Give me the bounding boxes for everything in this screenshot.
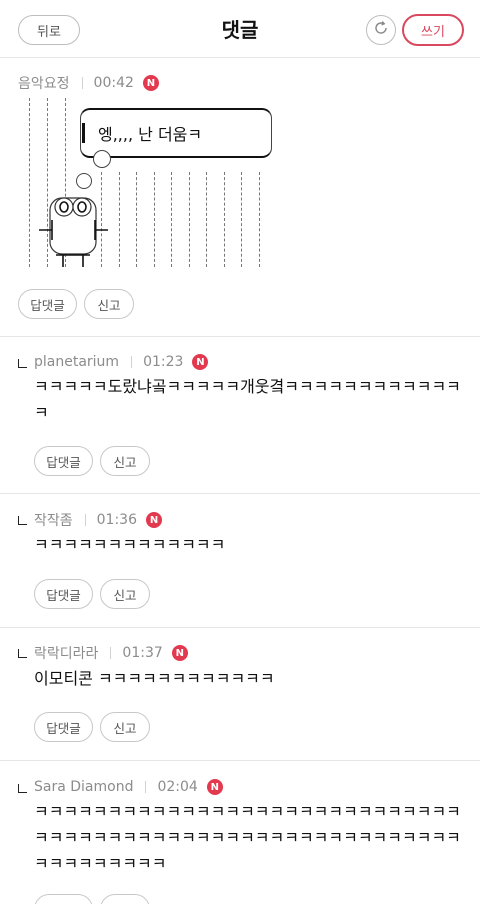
reply-indicator-icon [18,784,27,793]
comment-meta: Sara Diamond 02:04 N [34,777,223,797]
art-dashed-line [119,172,120,267]
comment-author[interactable]: planetarium [34,354,119,370]
art-dashed-line [189,172,190,267]
comment-time: 01:23 [143,354,184,370]
comment-author[interactable]: Sara Diamond [34,779,133,795]
art-dashed-line [206,172,207,267]
comment-item: 락락디라라 01:37 N 이모티콘 ㅋㅋㅋㅋㅋㅋㅋㅋㅋㅋㅋㅋ 답댓글 신고 [0,628,480,761]
reply-button[interactable]: 답댓글 [34,894,93,904]
thought-bubble-large [93,150,111,168]
art-dashed-line [259,172,260,267]
comment-text: 이모티콘 ㅋㅋㅋㅋㅋㅋㅋㅋㅋㅋㅋㅋ [34,669,275,688]
character-left-arm [37,219,55,245]
new-badge: N [142,75,159,91]
reply-button[interactable]: 답댓글 [18,289,77,319]
new-badge: N [146,512,162,528]
comment-author[interactable]: 락락디라라 [34,643,98,663]
meta-divider [84,514,86,526]
refresh-button[interactable] [366,15,396,45]
comment-time: 01:37 [122,645,163,661]
meta-divider [81,77,83,89]
comment-text: ㅋㅋㅋㅋㅋ도랐냐곸ㅋㅋㅋㅋㅋ개웃곀ㅋㅋㅋㅋㅋㅋㅋㅋㅋㅋㅋㅋㅋ [34,377,461,422]
comment-item: 작작좀 01:36 N ㅋㅋㅋㅋㅋㅋㅋㅋㅋㅋㅋㅋㅋ 답댓글 신고 [0,494,480,628]
thought-bubble-small [76,173,92,189]
new-badge: N [206,779,223,795]
report-button[interactable]: 신고 [84,289,134,319]
reply-button[interactable]: 답댓글 [34,712,93,742]
comment-meta: 작작좀 01:36 N [34,510,162,530]
comment-time: 02:04 [157,779,198,795]
reply-button[interactable]: 답댓글 [34,579,93,609]
meta-divider [110,647,112,659]
report-button[interactable]: 신고 [100,579,150,609]
reply-indicator-icon [18,516,27,525]
new-badge: N [192,354,209,370]
comment-meta: planetarium 01:23 N [34,352,209,372]
reply-indicator-icon [18,359,27,368]
art-dashed-line [136,172,137,267]
art-dashed-line [241,172,242,267]
character-right-arm [92,219,110,245]
comment-author[interactable]: 작작좀 [34,510,73,530]
write-button[interactable]: 쓰기 [402,14,464,46]
comment-time: 00:42 [93,75,134,91]
report-button[interactable]: 신고 [100,894,150,904]
art-dashed-line [29,98,30,267]
report-button[interactable]: 신고 [100,446,150,476]
meta-divider [131,356,133,368]
bubble-left-bar [82,123,85,143]
art-dashed-line [154,172,155,267]
refresh-icon [373,20,389,40]
comment-author[interactable]: 음악요정 [18,73,70,93]
comment-text: ㅋㅋㅋㅋㅋㅋㅋㅋㅋㅋㅋㅋㅋ [34,535,226,554]
comment-text: ㅋㅋㅋㅋㅋㅋㅋㅋㅋㅋㅋㅋㅋㅋㅋㅋㅋㅋㅋㅋㅋㅋㅋㅋㅋㅋㅋㅋㅋㅋㅋㅋㅋㅋㅋㅋㅋㅋㅋㅋ… [34,802,461,873]
new-badge: N [171,645,188,661]
reply-button[interactable]: 답댓글 [34,446,93,476]
report-button[interactable]: 신고 [100,712,150,742]
art-dashed-line [171,172,172,267]
meta-divider [145,781,147,793]
art-text: 엥,,,, 난 더움ㅋ [98,125,203,144]
comment-meta: 음악요정 00:42 N [18,73,159,93]
comment-item: planetarium 01:23 N ㅋㅋㅋㅋㅋ도랐냐곸ㅋㅋㅋㅋㅋ개웃곀ㅋㅋㅋ… [0,337,480,494]
comment-time: 01:36 [96,512,137,528]
character-legs [56,253,90,272]
art-dashed-line [224,172,225,267]
comment-meta: 락락디라라 01:37 N [34,643,188,663]
reply-indicator-icon [18,649,27,658]
top-bar: 뒤로 댓글 쓰기 [0,0,480,58]
comment-item: Sara Diamond 02:04 N ㅋㅋㅋㅋㅋㅋㅋㅋㅋㅋㅋㅋㅋㅋㅋㅋㅋㅋㅋ… [0,761,480,904]
